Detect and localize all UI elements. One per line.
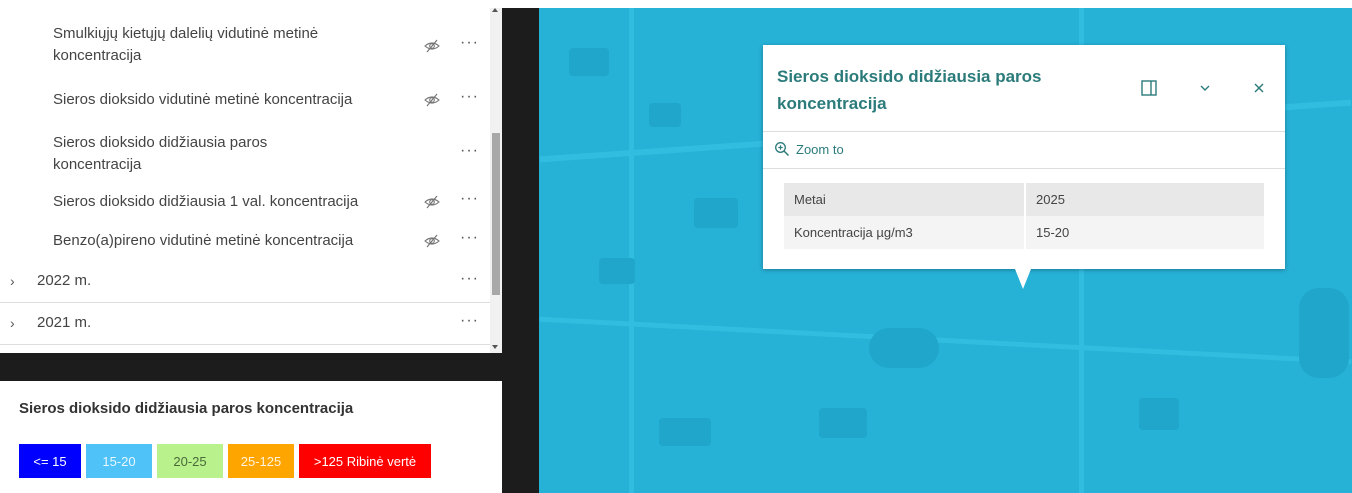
layer-item[interactable]: Smulkiųjų kietųjų dalelių vidutinė metin… <box>0 20 490 70</box>
eye-off-icon[interactable] <box>424 38 440 54</box>
layer-item-label: Sieros dioksido vidutinė metinė koncentr… <box>53 91 353 108</box>
legend-swatch: 20-25 <box>157 444 223 478</box>
zoom-to-label: Zoom to <box>796 141 844 157</box>
layer-group-2021[interactable]: › 2021 m. ··· <box>0 303 490 345</box>
layer-item-active[interactable]: Sieros dioksido didžiausia paros koncent… <box>0 129 490 179</box>
chevron-down-icon[interactable] <box>1195 78 1215 98</box>
chevron-right-icon[interactable]: › <box>10 273 15 289</box>
panel-divider <box>0 353 502 381</box>
more-options-icon[interactable]: ··· <box>460 190 479 208</box>
popup-pointer <box>1015 269 1031 289</box>
attribute-value: 2025 <box>1036 192 1065 207</box>
layer-item-label: Sieros dioksido didžiausia 1 val. koncen… <box>53 193 359 210</box>
eye-off-icon[interactable] <box>424 92 440 108</box>
chevron-right-icon[interactable]: › <box>10 315 15 331</box>
layer-item-label: Sieros dioksido didžiausia paros koncent… <box>53 134 268 173</box>
map-water <box>869 328 939 368</box>
attribute-table: Metai 2025 Koncentracija µg/m3 15-20 <box>784 183 1264 249</box>
legend-title: Sieros dioksido didžiausia paros koncent… <box>19 400 354 417</box>
popup-title: Sieros dioksido didžiausia paros koncent… <box>777 67 1042 113</box>
zoom-to-button[interactable]: Zoom to <box>774 141 844 157</box>
map-building <box>659 418 711 446</box>
more-options-icon[interactable]: ··· <box>460 34 479 52</box>
legend-swatch: 15-20 <box>86 444 152 478</box>
map-road <box>539 316 1352 365</box>
popup-divider <box>763 131 1285 132</box>
zoom-in-icon <box>775 142 790 157</box>
scroll-down-arrow-icon[interactable] <box>492 345 498 349</box>
more-options-icon[interactable]: ··· <box>460 142 479 160</box>
popup-divider <box>763 168 1285 169</box>
close-icon[interactable] <box>1249 78 1269 98</box>
attribute-name: Metai <box>784 183 1026 216</box>
map-side-divider <box>502 8 539 493</box>
more-options-icon[interactable]: ··· <box>460 88 479 106</box>
map-building <box>819 408 867 438</box>
map-building <box>1139 398 1179 430</box>
attribute-value: 15-20 <box>1036 225 1070 240</box>
layer-list-panel: Smulkiųjų kietųjų dalelių vidutinė metin… <box>0 8 490 353</box>
layer-group-2022[interactable]: › 2022 m. ··· <box>0 261 490 303</box>
legend-swatch: >125 Ribinė vertė <box>299 444 431 478</box>
dock-icon[interactable] <box>1139 78 1159 98</box>
layer-group-label: 2022 m. <box>37 272 92 289</box>
map-road <box>629 8 634 493</box>
scrollbar-thumb[interactable] <box>492 133 500 295</box>
layer-group-label: 2021 m. <box>37 314 92 331</box>
map-popup: Sieros dioksido didžiausia paros koncent… <box>763 45 1285 269</box>
scroll-up-arrow-icon[interactable] <box>492 8 498 12</box>
legend-swatch: <= 15 <box>19 444 81 478</box>
layer-item-label: Benzo(a)pireno vidutinė metinė koncentra… <box>53 232 354 249</box>
layer-list-scrollbar[interactable] <box>490 8 502 353</box>
layer-item[interactable]: Sieros dioksido vidutinė metinė koncentr… <box>0 87 490 113</box>
table-row: Metai 2025 <box>784 183 1264 216</box>
map-building <box>569 48 609 76</box>
layer-item[interactable]: Sieros dioksido didžiausia 1 val. koncen… <box>0 189 490 215</box>
map-water <box>1299 288 1349 378</box>
legend-swatch: 25-125 <box>228 444 294 478</box>
layer-item[interactable]: Benzo(a)pireno vidutinė metinė koncentra… <box>0 228 490 254</box>
table-row: Koncentracija µg/m3 15-20 <box>784 216 1264 249</box>
more-options-icon[interactable]: ··· <box>460 312 479 330</box>
eye-off-icon[interactable] <box>424 194 440 210</box>
legend-panel: Sieros dioksido didžiausia paros koncent… <box>0 381 502 493</box>
top-header-strip <box>0 0 1352 8</box>
more-options-icon[interactable]: ··· <box>460 229 479 247</box>
map-building <box>599 258 635 284</box>
layer-item-label: Smulkiųjų kietųjų dalelių vidutinė metin… <box>53 25 319 64</box>
eye-off-icon[interactable] <box>424 233 440 249</box>
map-building <box>694 198 738 228</box>
attribute-name: Koncentracija µg/m3 <box>784 216 1026 249</box>
map-building <box>649 103 681 127</box>
more-options-icon[interactable]: ··· <box>460 270 479 288</box>
